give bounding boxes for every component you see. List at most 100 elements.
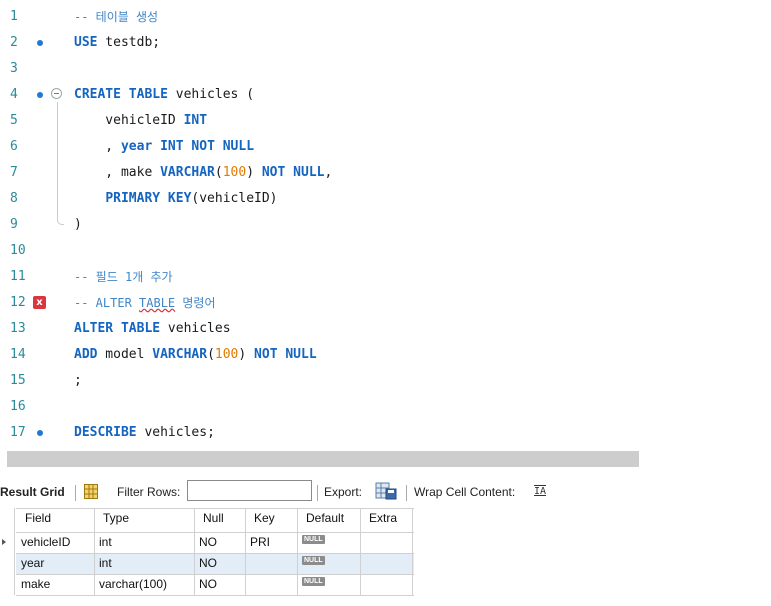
code-line[interactable]: 10 <box>0 238 771 264</box>
line-number: 8 <box>10 191 18 206</box>
cell-extra[interactable] <box>362 532 365 553</box>
line-number: 15 <box>10 373 26 388</box>
cell-type[interactable]: int <box>96 553 112 574</box>
horizontal-scrollbar[interactable] <box>7 451 639 467</box>
code-line[interactable]: 14 ADD model VARCHAR(100) NOT NULL <box>0 342 771 368</box>
code-line[interactable]: 8 PRIMARY KEY(vehicleID) <box>0 186 771 212</box>
cell-field[interactable]: vehicleID <box>18 532 70 553</box>
table-row[interactable]: vehicleID int NO PRI NULL <box>0 532 414 553</box>
code-line[interactable]: 7 , make VARCHAR(100) NOT NULL, <box>0 160 771 186</box>
statement-marker-icon <box>37 40 43 46</box>
code-line[interactable]: 15; <box>0 368 771 394</box>
cell-value: vehicleID <box>21 535 71 549</box>
code-token: , make <box>74 165 161 180</box>
cell-type[interactable]: varchar(100) <box>96 574 167 595</box>
cell-value: int <box>99 535 112 549</box>
cell-extra[interactable] <box>362 553 365 574</box>
fold-collapse-icon[interactable] <box>51 88 62 99</box>
code-line[interactable]: 6 , year INT NOT NULL <box>0 134 771 160</box>
column-header-null[interactable]: Null <box>200 508 224 529</box>
code-line[interactable]: 13 ALTER TABLE vehicles <box>0 316 771 342</box>
code-token: , <box>74 139 121 154</box>
cell-default[interactable]: NULL <box>299 532 325 553</box>
cell-key[interactable] <box>247 574 250 595</box>
code-text[interactable]: USE testdb; <box>74 30 160 56</box>
grid-column-divider <box>297 508 298 595</box>
code-line[interactable]: 3 <box>0 56 771 82</box>
line-number: 5 <box>10 113 18 128</box>
code-text[interactable]: PRIMARY KEY(vehicleID) <box>74 186 277 212</box>
cell-null[interactable]: NO <box>196 553 217 574</box>
table-row[interactable]: make varchar(100) NO NULL <box>0 574 414 595</box>
code-token: year <box>120 139 153 154</box>
code-line[interactable]: 5 vehicleID INT <box>0 108 771 134</box>
code-text[interactable]: ALTER TABLE vehicles <box>74 316 231 342</box>
column-header-extra[interactable]: Extra <box>366 508 397 529</box>
wrap-cell-content-icon[interactable]: IA <box>534 478 546 506</box>
cell-field[interactable]: year <box>18 553 44 574</box>
code-token: NOT NULL <box>261 165 325 180</box>
column-header-field[interactable]: Field <box>22 508 51 529</box>
column-header-default[interactable]: Default <box>303 508 344 529</box>
code-line[interactable]: 1 -- 테이블 생성 <box>0 4 771 30</box>
code-text[interactable]: -- ALTER TABLE 명령어 <box>74 290 216 317</box>
code-text[interactable]: DESCRIBE vehicles; <box>74 420 215 446</box>
cell-key[interactable]: PRI <box>247 532 270 553</box>
code-text[interactable]: ) <box>74 212 82 238</box>
cell-value: NO <box>199 535 217 549</box>
null-badge: NULL <box>302 556 325 565</box>
result-toolbar: Result Grid Filter Rows: Export: Wrap Ce… <box>0 478 771 506</box>
code-text[interactable]: -- 필드 1개 추가 <box>74 264 173 291</box>
code-token: 100 <box>222 165 247 180</box>
code-text[interactable]: ADD model VARCHAR(100) NOT NULL <box>74 342 317 368</box>
line-number: 11 <box>10 269 26 284</box>
code-line[interactable]: 9) <box>0 212 771 238</box>
result-grid-tab[interactable]: Result Grid <box>0 478 65 506</box>
table-row[interactable]: year int NO NULL <box>16 553 414 574</box>
cell-default[interactable]: NULL <box>299 553 325 574</box>
code-token: ) <box>238 347 255 362</box>
grid-layout-icon[interactable] <box>84 484 98 499</box>
line-number: 1 <box>10 9 18 24</box>
cell-value: NO <box>199 577 217 591</box>
grid-column-divider <box>94 508 95 595</box>
code-line[interactable]: 4 CREATE TABLE vehicles ( <box>0 82 771 108</box>
syntax-error-icon[interactable]: x <box>33 296 46 309</box>
filter-rows-label: Filter Rows: <box>117 485 181 499</box>
cell-null[interactable]: NO <box>196 532 217 553</box>
column-header-key[interactable]: Key <box>251 508 275 529</box>
filter-rows-input[interactable] <box>187 480 312 501</box>
grid-row-divider <box>16 553 414 554</box>
cell-null[interactable]: NO <box>196 574 217 595</box>
cell-type[interactable]: int <box>96 532 112 553</box>
code-text[interactable]: ; <box>74 368 82 394</box>
code-line[interactable]: 17 DESCRIBE vehicles; <box>0 420 771 446</box>
export-icon[interactable] <box>375 482 397 500</box>
code-token: -- 필드 1개 추가 <box>74 270 173 284</box>
cell-field[interactable]: make <box>18 574 50 595</box>
cell-key[interactable] <box>247 553 250 574</box>
line-number: 12 <box>10 295 26 310</box>
cell-value: int <box>99 556 112 570</box>
statement-marker-icon <box>37 430 43 436</box>
line-number: 17 <box>10 425 26 440</box>
code-text[interactable]: vehicleID INT <box>74 108 207 134</box>
code-line[interactable]: 12 x -- ALTER TABLE 명령어 <box>0 290 771 316</box>
code-token: NOT NULL <box>254 347 317 362</box>
code-line[interactable]: 2 USE testdb; <box>0 30 771 56</box>
cell-default[interactable]: NULL <box>299 574 325 595</box>
code-token: INT NOT NULL <box>160 139 255 154</box>
code-text[interactable]: , year INT NOT NULL <box>74 134 254 160</box>
grid-column-divider <box>245 508 246 595</box>
code-text[interactable]: , make VARCHAR(100) NOT NULL, <box>74 160 332 186</box>
grid-row-divider <box>16 595 414 596</box>
code-text[interactable]: -- 테이블 생성 <box>74 4 158 31</box>
code-line[interactable]: 11 -- 필드 1개 추가 <box>0 264 771 290</box>
column-header-type[interactable]: Type <box>100 508 129 529</box>
code-line[interactable]: 16 <box>0 394 771 420</box>
cell-extra[interactable] <box>362 574 365 595</box>
export-label: Export: <box>324 485 363 499</box>
code-text[interactable]: CREATE TABLE vehicles ( <box>74 82 254 108</box>
sql-editor[interactable]: 1 -- 테이블 생성 2 USE testdb; 3 4 CREATE TABLE veh… <box>0 0 771 450</box>
